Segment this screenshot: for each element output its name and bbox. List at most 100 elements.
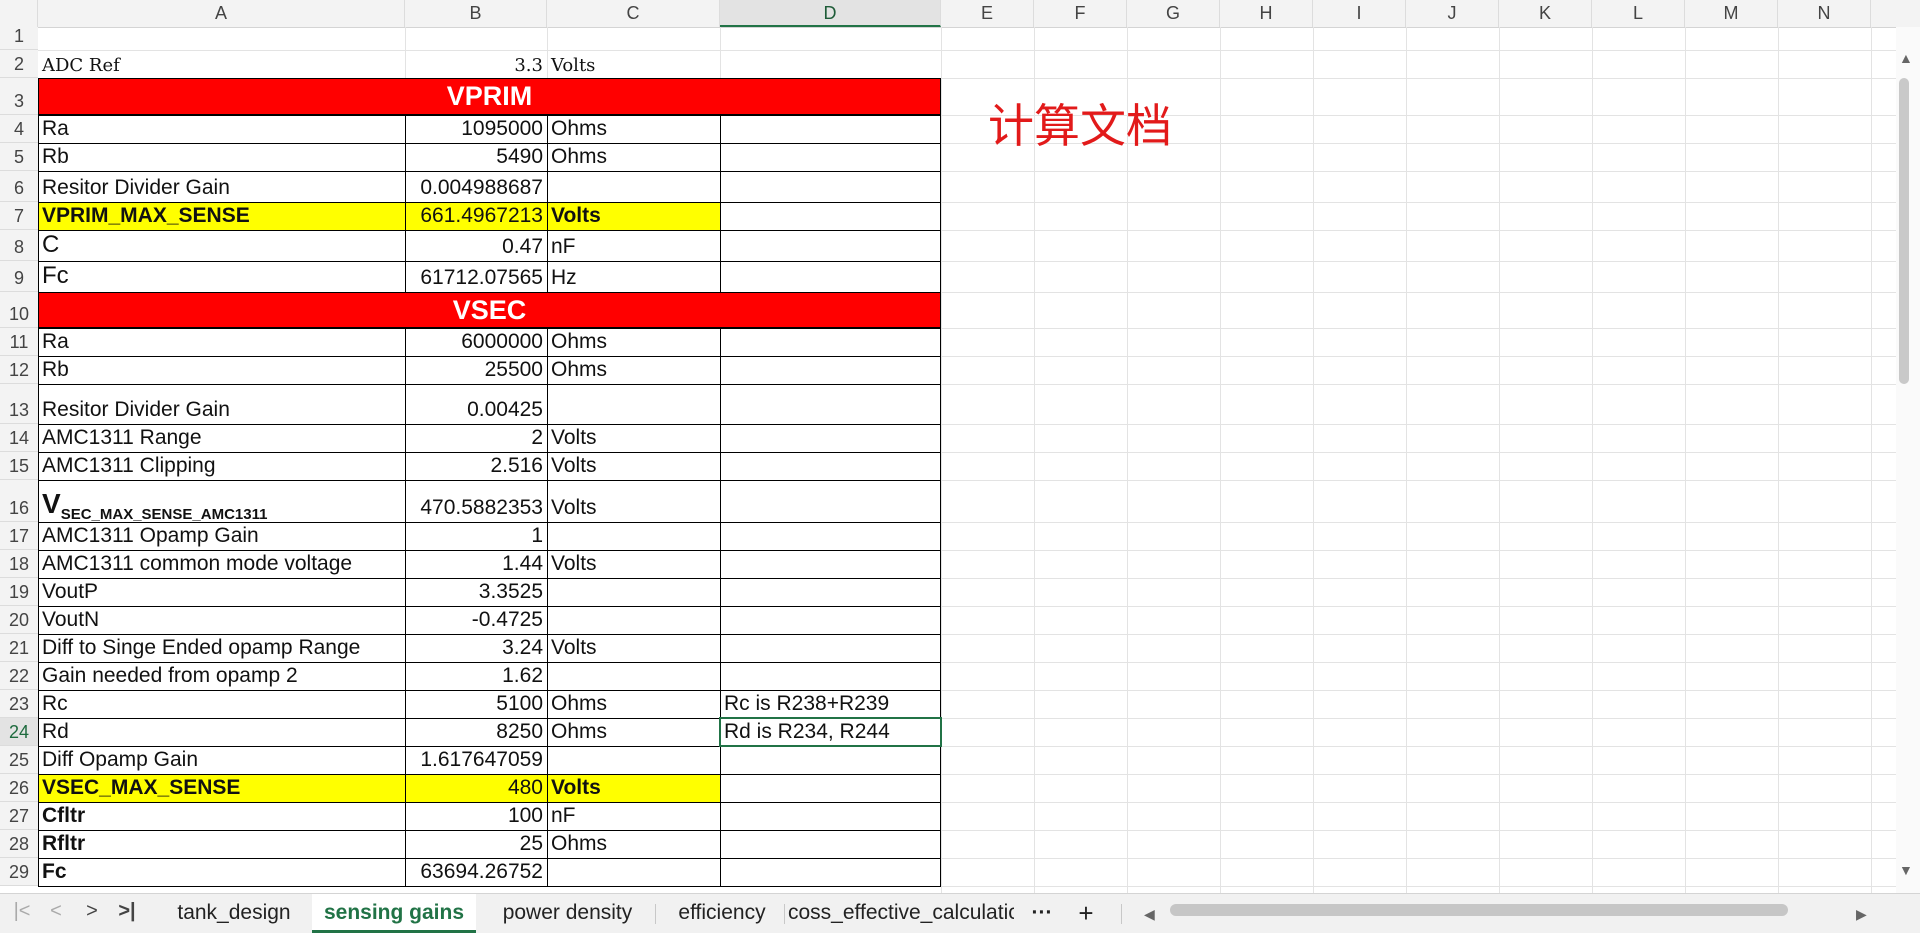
cell-b16[interactable]: 470.5882353	[405, 480, 547, 522]
col-header-c[interactable]: C	[547, 0, 720, 27]
cell-c9[interactable]: Hz	[547, 261, 720, 292]
col-header-k[interactable]: K	[1499, 0, 1592, 27]
tab-power-density[interactable]: power density	[480, 894, 655, 933]
cell-a28[interactable]: Rfltr	[38, 830, 405, 858]
cell-b6[interactable]: 0.004988687	[405, 171, 547, 202]
next-sheet-icon[interactable]: >	[78, 900, 106, 923]
cell-c14[interactable]: Volts	[547, 424, 720, 452]
tab-sensing-gains[interactable]: sensing gains	[312, 894, 476, 933]
cell-a25[interactable]: Diff Opamp Gain	[38, 746, 405, 774]
cell-b14[interactable]: 2	[405, 424, 547, 452]
cell-b5[interactable]: 5490	[405, 143, 547, 171]
col-header-d[interactable]: D	[720, 0, 941, 27]
row-header[interactable]: 2	[0, 50, 38, 78]
col-header-e[interactable]: E	[941, 0, 1034, 27]
row-header[interactable]: 7	[0, 202, 38, 230]
cell-c11[interactable]: Ohms	[547, 328, 720, 356]
cell-b22[interactable]: 1.62	[405, 662, 547, 690]
cell-b17[interactable]: 1	[405, 522, 547, 550]
cell-b9[interactable]: 61712.07565	[405, 261, 547, 292]
cell-b26[interactable]: 480	[405, 774, 547, 802]
col-header-j[interactable]: J	[1406, 0, 1499, 27]
cell-a11[interactable]: Ra	[38, 328, 405, 356]
cell-a14[interactable]: AMC1311 Range	[38, 424, 405, 452]
cell-c18[interactable]: Volts	[547, 550, 720, 578]
first-sheet-icon[interactable]: |<	[8, 900, 36, 923]
scroll-right-icon[interactable]: ▶	[1856, 906, 1867, 923]
row-header[interactable]: 12	[0, 356, 38, 384]
cell-b19[interactable]: 3.3525	[405, 578, 547, 606]
tab-coss-effective-calculation[interactable]: coss_effective_calculatic	[788, 894, 1014, 933]
cell-a12[interactable]: Rb	[38, 356, 405, 384]
row-header[interactable]: 11	[0, 328, 38, 356]
col-header-h[interactable]: H	[1220, 0, 1313, 27]
tab-efficiency[interactable]: efficiency	[660, 894, 784, 933]
row-header[interactable]: 16	[0, 480, 38, 522]
row-header[interactable]: 27	[0, 802, 38, 830]
vertical-scrollbar-thumb[interactable]	[1899, 78, 1909, 384]
cell-a6[interactable]: Resitor Divider Gain	[38, 171, 405, 202]
horizontal-scrollbar-thumb[interactable]	[1170, 904, 1788, 916]
cell-a18[interactable]: AMC1311 common mode voltage	[38, 550, 405, 578]
col-header-i[interactable]: I	[1313, 0, 1406, 27]
col-header-m[interactable]: M	[1685, 0, 1778, 27]
col-header-b[interactable]: B	[405, 0, 547, 27]
cell-c26[interactable]: Volts	[547, 774, 720, 802]
add-sheet-icon[interactable]: +	[1066, 894, 1106, 933]
cell-a5[interactable]: Rb	[38, 143, 405, 171]
row-header[interactable]: 1	[0, 26, 38, 50]
cell-b20[interactable]: -0.4725	[405, 606, 547, 634]
row-header[interactable]: 17	[0, 522, 38, 550]
prev-sheet-icon[interactable]: <	[42, 900, 70, 923]
cell-a9[interactable]: Fc	[38, 261, 405, 292]
scroll-down-icon[interactable]: ▼	[1899, 862, 1913, 878]
cell-b8[interactable]: 0.47	[405, 230, 547, 261]
row-header[interactable]: 15	[0, 452, 38, 480]
cell-a23[interactable]: Rc	[38, 690, 405, 718]
row-header[interactable]: 19	[0, 578, 38, 606]
cell-a29[interactable]: Fc	[38, 858, 405, 886]
row-header[interactable]: 28	[0, 830, 38, 858]
cell-a21[interactable]: Diff to Singe Ended opamp Range	[38, 634, 405, 662]
cell-c2[interactable]: Volts	[547, 50, 720, 78]
cell-b4[interactable]: 1095000	[405, 115, 547, 143]
cell-c24[interactable]: Ohms	[547, 718, 720, 746]
cell-c15[interactable]: Volts	[547, 452, 720, 480]
row-header[interactable]: 13	[0, 384, 38, 424]
more-tabs-icon[interactable]: ···	[1022, 894, 1062, 933]
row-header[interactable]: 10	[0, 292, 38, 328]
last-sheet-icon[interactable]: >|	[113, 900, 141, 923]
col-header-a[interactable]: A	[38, 0, 405, 27]
cell-b23[interactable]: 5100	[405, 690, 547, 718]
row-header[interactable]: 6	[0, 171, 38, 202]
row-header[interactable]: 18	[0, 550, 38, 578]
cell-a17[interactable]: AMC1311 Opamp Gain	[38, 522, 405, 550]
cell-b25[interactable]: 1.617647059	[405, 746, 547, 774]
row-header[interactable]: 24	[0, 718, 38, 746]
cell-b21[interactable]: 3.24	[405, 634, 547, 662]
cell-c28[interactable]: Ohms	[547, 830, 720, 858]
tab-tank-design[interactable]: tank_design	[160, 894, 308, 933]
cell-c5[interactable]: Ohms	[547, 143, 720, 171]
cell-b2[interactable]: 3.3	[405, 50, 547, 78]
cell-b7[interactable]: 661.4967213	[405, 202, 547, 230]
cell-c7[interactable]: Volts	[547, 202, 720, 230]
cell-a19[interactable]: VoutP	[38, 578, 405, 606]
cell-a8[interactable]: C	[38, 230, 405, 261]
cell-c4[interactable]: Ohms	[547, 115, 720, 143]
cell-a27[interactable]: Cfltr	[38, 802, 405, 830]
row-header[interactable]: 8	[0, 230, 38, 261]
cell-b28[interactable]: 25	[405, 830, 547, 858]
row-header[interactable]: 5	[0, 143, 38, 171]
cell-d23[interactable]: Rc is R238+R239	[720, 690, 941, 718]
row-header[interactable]: 29	[0, 858, 38, 886]
row-header[interactable]: 4	[0, 115, 38, 143]
cell-a26[interactable]: VSEC_MAX_SENSE	[38, 774, 405, 802]
vprim-section-header[interactable]: VPRIM	[38, 78, 941, 115]
cell-b12[interactable]: 25500	[405, 356, 547, 384]
row-header[interactable]: 21	[0, 634, 38, 662]
row-header[interactable]: 23	[0, 690, 38, 718]
cell-a13[interactable]: Resitor Divider Gain	[38, 384, 405, 424]
cell-b24[interactable]: 8250	[405, 718, 547, 746]
cell-c12[interactable]: Ohms	[547, 356, 720, 384]
